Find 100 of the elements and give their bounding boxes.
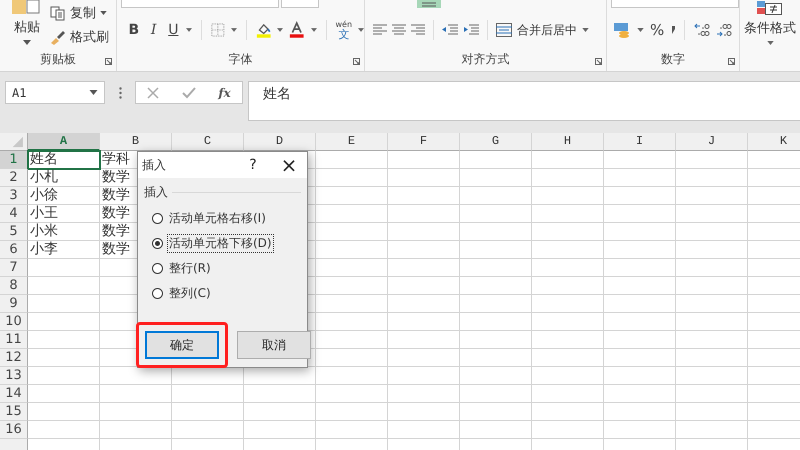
row-header[interactable]: 4: [0, 205, 28, 223]
column-header[interactable]: H: [532, 133, 604, 151]
group-label: 插入: [144, 184, 168, 201]
column-header[interactable]: G: [460, 133, 532, 151]
column-header[interactable]: K: [748, 133, 800, 151]
caret-icon[interactable]: [186, 28, 192, 32]
option-label[interactable]: 活动单元格下移(D): [167, 234, 274, 253]
merge-icon: [496, 23, 512, 37]
column-header[interactable]: J: [676, 133, 748, 151]
group-label: 对齐方式: [462, 51, 510, 68]
launcher-icon[interactable]: [728, 58, 735, 65]
table-cell: 小王: [30, 205, 58, 222]
comma-style-icon[interactable]: [670, 26, 676, 34]
caret-icon[interactable]: [23, 40, 31, 45]
caret-icon[interactable]: [100, 11, 107, 15]
font-size-field[interactable]: [281, 0, 319, 8]
row-header[interactable]: 14: [0, 385, 28, 403]
ok-button[interactable]: 确定: [145, 331, 219, 359]
font-name-field[interactable]: [121, 0, 279, 8]
caret-icon[interactable]: [358, 28, 364, 32]
italic-button[interactable]: I: [146, 22, 160, 38]
row-header[interactable]: 7: [0, 259, 28, 277]
currency-icon[interactable]: [613, 22, 631, 38]
radio-button[interactable]: [152, 238, 163, 249]
ribbon-button[interactable]: 复制: [70, 4, 96, 22]
row-header[interactable]: 10: [0, 313, 28, 331]
row-header[interactable]: 13: [0, 367, 28, 385]
option-label[interactable]: 活动单元格右移(I): [167, 209, 268, 228]
group-label: 剪贴板: [40, 51, 76, 68]
radio-button[interactable]: [152, 288, 163, 299]
middle-align-icon[interactable]: [417, 0, 441, 8]
underline-button[interactable]: U: [166, 22, 180, 38]
table-cell: 数学: [102, 223, 130, 240]
cancel-button[interactable]: 取消: [237, 331, 311, 359]
caret-icon[interactable]: [582, 28, 589, 32]
column-header[interactable]: E: [316, 133, 388, 151]
row-header[interactable]: 2: [0, 169, 28, 187]
table-cell: 数学: [102, 169, 130, 186]
table-cell: 姓名: [30, 151, 58, 168]
table-cell: 数学: [102, 205, 130, 222]
row-header[interactable]: 6: [0, 241, 28, 259]
caret-icon[interactable]: [766, 41, 774, 45]
increase-decimal-icon[interactable]: [694, 23, 710, 37]
radio-button[interactable]: [152, 263, 163, 274]
launcher-icon[interactable]: [353, 58, 360, 65]
caret-icon[interactable]: [230, 28, 237, 32]
row-header[interactable]: 1: [0, 151, 28, 169]
name-box[interactable]: A1: [5, 81, 105, 104]
decrease-indent-icon[interactable]: [442, 24, 458, 36]
copy-icon[interactable]: [50, 6, 66, 20]
font-color-icon[interactable]: [289, 21, 305, 39]
borders-icon[interactable]: [211, 22, 225, 38]
table-cell: 小米: [30, 223, 58, 240]
align-right-icon[interactable]: [411, 24, 425, 36]
phonetic-button[interactable]: wén 文: [335, 20, 352, 40]
table-cell: 小李: [30, 241, 58, 258]
paste-icon[interactable]: [12, 0, 42, 14]
conditional-format-icon[interactable]: [757, 1, 783, 15]
align-center-icon[interactable]: [392, 24, 406, 36]
radio-button[interactable]: [152, 213, 163, 224]
table-cell: 小札: [30, 169, 58, 186]
increase-indent-icon[interactable]: [463, 24, 479, 36]
row-header[interactable]: 9: [0, 295, 28, 313]
row-header[interactable]: 15: [0, 403, 28, 421]
row-header[interactable]: 12: [0, 349, 28, 367]
column-header[interactable]: A: [28, 133, 100, 151]
column-header[interactable]: I: [604, 133, 676, 151]
column-header[interactable]: D: [244, 133, 316, 151]
more-icon[interactable]: [119, 87, 122, 99]
decrease-decimal-icon[interactable]: [716, 23, 732, 37]
percent-button[interactable]: %: [650, 21, 664, 39]
conditional-format-button[interactable]: 条件格式: [744, 19, 796, 37]
bold-button[interactable]: B: [127, 22, 141, 38]
option-label[interactable]: 整列(C): [167, 284, 213, 303]
launcher-icon[interactable]: [595, 58, 602, 65]
row-header[interactable]: 16: [0, 421, 28, 439]
number-format-field[interactable]: [611, 0, 739, 8]
row-header[interactable]: 8: [0, 277, 28, 295]
check-icon[interactable]: [182, 86, 196, 98]
column-header[interactable]: C: [172, 133, 244, 151]
insert-function-button[interactable]: fx: [218, 86, 231, 100]
close-button[interactable]: ×: [271, 153, 307, 177]
option-label[interactable]: 整行(R): [167, 259, 213, 278]
row-header[interactable]: 3: [0, 187, 28, 205]
column-header[interactable]: F: [388, 133, 460, 151]
paste-button[interactable]: 粘贴: [14, 18, 40, 36]
caret-icon[interactable]: [277, 28, 284, 32]
merge-center-button[interactable]: 合并后居中: [496, 22, 577, 38]
help-button[interactable]: ?: [235, 157, 271, 173]
column-header[interactable]: B: [100, 133, 172, 151]
launcher-icon[interactable]: [105, 58, 112, 65]
formula-field[interactable]: 姓名: [248, 81, 800, 121]
caret-icon[interactable]: [310, 28, 317, 32]
brush-icon[interactable]: [50, 30, 66, 44]
ribbon-button[interactable]: 格式刷: [70, 28, 109, 46]
row-header[interactable]: 11: [0, 331, 28, 349]
caret-icon[interactable]: [637, 28, 644, 32]
align-left-icon[interactable]: [373, 24, 387, 36]
fill-color-icon[interactable]: [256, 21, 272, 39]
row-header[interactable]: 5: [0, 223, 28, 241]
